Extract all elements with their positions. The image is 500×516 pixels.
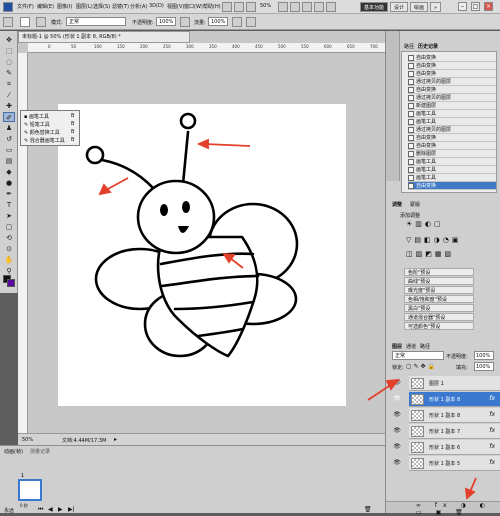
annotation-arrows — [98, 138, 477, 500]
arrow-head — [385, 378, 400, 391]
arrow-head — [98, 183, 112, 196]
arrow-antenna-right — [204, 143, 251, 147]
arrow-antenna-left — [105, 177, 129, 191]
arrow-head — [196, 138, 209, 150]
arrow-body — [229, 257, 244, 269]
arrow-layer-panel — [367, 383, 393, 401]
arrow-head — [464, 487, 476, 500]
